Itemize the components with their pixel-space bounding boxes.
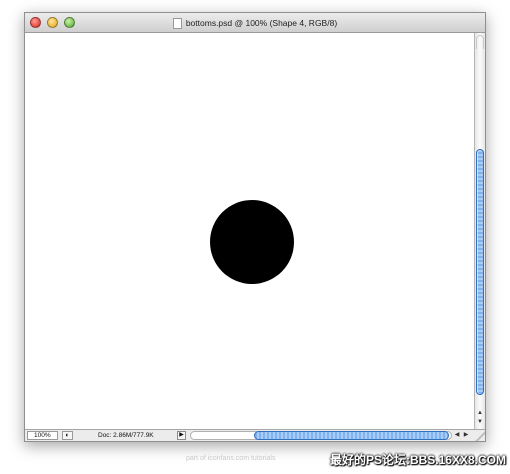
zoom-level-field[interactable]: 100% (27, 431, 58, 440)
vertical-scrollbar[interactable]: ▲ ▼ (474, 33, 485, 431)
window-title-group: bottoms.psd @ 100% (Shape 4, RGB/8) (25, 13, 485, 33)
scroll-right-arrow-icon[interactable]: ▶ (462, 431, 470, 440)
vertical-scroll-track[interactable] (476, 35, 484, 49)
doc-size-readout: Doc: 2.86M/777.9K (98, 432, 154, 439)
window-title: bottoms.psd @ 100% (Shape 4, RGB/8) (185, 18, 338, 28)
vertical-scroll-thumb[interactable] (476, 149, 484, 395)
title-bar[interactable]: bottoms.psd @ 100% (Shape 4, RGB/8) (25, 13, 485, 33)
tutorial-caption: part of iconfans.com tutorials (186, 455, 276, 462)
canvas-area[interactable] (25, 33, 476, 431)
watermark-text: 最好的PS论坛:BBS.16XX8.COM (329, 453, 506, 467)
black-circle-shape[interactable] (210, 200, 294, 284)
status-bar: 100% ◐ Doc: 2.86M/777.9K ▶ ◀ ▶ (25, 429, 476, 441)
scroll-left-arrow-icon[interactable]: ◀ (453, 431, 461, 440)
status-menu-arrow-icon[interactable]: ▶ (177, 431, 186, 440)
document-icon[interactable] (172, 17, 182, 29)
resize-grip-icon[interactable] (474, 429, 485, 441)
horizontal-scroll-thumb[interactable] (254, 431, 449, 440)
document-window: bottoms.psd @ 100% (Shape 4, RGB/8) ▲ ▼ … (24, 12, 486, 442)
scroll-up-arrow-icon[interactable]: ▲ (475, 409, 485, 417)
scroll-down-arrow-icon[interactable]: ▼ (475, 418, 485, 426)
status-info-icon[interactable]: ◐ (62, 431, 73, 440)
